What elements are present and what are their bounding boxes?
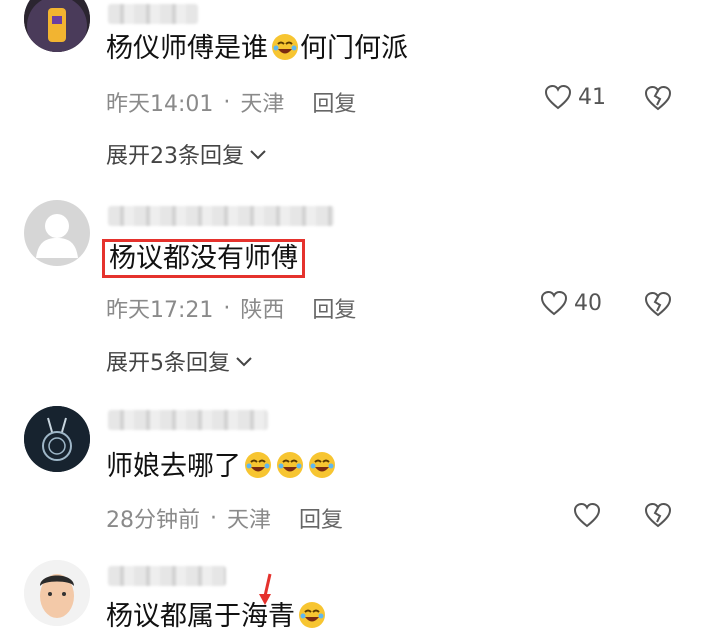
username-blurred[interactable] bbox=[108, 410, 268, 430]
comment-text: 杨仪师傅是谁 何门何派 bbox=[106, 32, 408, 66]
username-blurred[interactable] bbox=[108, 4, 198, 24]
avatar[interactable] bbox=[24, 560, 90, 626]
dislike-button[interactable] bbox=[644, 85, 672, 115]
default-avatar-icon[interactable] bbox=[24, 200, 90, 266]
comment-time: 昨天17:21 bbox=[106, 298, 214, 323]
comment-location: 天津 bbox=[240, 92, 285, 117]
expand-replies-label: 展开23条回复 bbox=[106, 144, 244, 169]
comment-text: 杨议都没有师傅 bbox=[102, 239, 305, 278]
comment-time: 28分钟前 bbox=[106, 508, 200, 533]
broken-heart-icon bbox=[644, 502, 672, 528]
reply-button[interactable]: 回复 bbox=[299, 502, 343, 534]
avatar[interactable] bbox=[24, 0, 90, 52]
comment-meta: 28分钟前 · 天津 回复 bbox=[106, 502, 343, 534]
highlighted-comment-text: 杨议都没有师傅 bbox=[102, 239, 305, 278]
heart-outline-icon bbox=[544, 84, 572, 110]
jersey-avatar-icon bbox=[24, 0, 90, 52]
username-blurred[interactable] bbox=[108, 566, 226, 586]
comment-meta: 昨天17:21 · 陕西 回复 bbox=[106, 292, 356, 324]
rolling-laughing-emoji-icon bbox=[297, 600, 327, 630]
expand-replies-button[interactable]: 展开23条回复 bbox=[106, 138, 268, 170]
comment-text-main: 杨仪师傅是谁 bbox=[106, 33, 268, 64]
dislike-button[interactable] bbox=[644, 291, 672, 321]
comment-text: 杨议都属于海青 bbox=[106, 600, 327, 634]
comment-location: 陕西 bbox=[240, 298, 285, 323]
dark-art-avatar-icon bbox=[24, 406, 90, 472]
broken-heart-icon bbox=[644, 85, 672, 111]
rolling-laughing-emoji-icon bbox=[307, 450, 337, 480]
separator-dot: · bbox=[223, 295, 231, 321]
dislike-button[interactable] bbox=[644, 502, 672, 532]
reply-button[interactable]: 回复 bbox=[312, 292, 356, 324]
rolling-laughing-emoji-icon bbox=[243, 450, 273, 480]
comment-text: 师娘去哪了 bbox=[106, 450, 337, 484]
like-count: 41 bbox=[578, 84, 606, 110]
like-count: 40 bbox=[574, 290, 602, 316]
separator-dot: · bbox=[223, 89, 231, 115]
heart-outline-icon bbox=[573, 502, 601, 528]
comment-meta: 昨天14:01 · 天津 回复 bbox=[106, 86, 356, 118]
comment-text-main: 师娘去哪了 bbox=[106, 451, 241, 482]
like-button[interactable]: 40 bbox=[540, 290, 602, 316]
comment-time: 昨天14:01 bbox=[106, 92, 214, 117]
comment-text-tail: 何门何派 bbox=[300, 33, 408, 64]
comment-text-main: 杨议都属于海青 bbox=[106, 601, 295, 632]
like-button[interactable]: 41 bbox=[544, 84, 606, 110]
chevron-down-icon bbox=[250, 150, 266, 160]
expand-replies-button[interactable]: 展开5条回复 bbox=[106, 345, 254, 377]
separator-dot: · bbox=[210, 505, 217, 531]
chevron-down-icon bbox=[236, 357, 252, 367]
reply-button[interactable]: 回复 bbox=[312, 86, 356, 118]
rolling-laughing-emoji-icon bbox=[275, 450, 305, 480]
rolling-laughing-emoji-icon bbox=[270, 32, 300, 62]
avatar[interactable] bbox=[24, 406, 90, 472]
expand-replies-label: 展开5条回复 bbox=[106, 351, 230, 376]
person-photo-avatar-icon bbox=[24, 560, 90, 626]
broken-heart-icon bbox=[644, 291, 672, 317]
comment-location: 天津 bbox=[227, 508, 272, 533]
like-button[interactable] bbox=[573, 502, 601, 532]
username-blurred[interactable] bbox=[108, 206, 334, 226]
heart-outline-icon bbox=[540, 290, 568, 316]
